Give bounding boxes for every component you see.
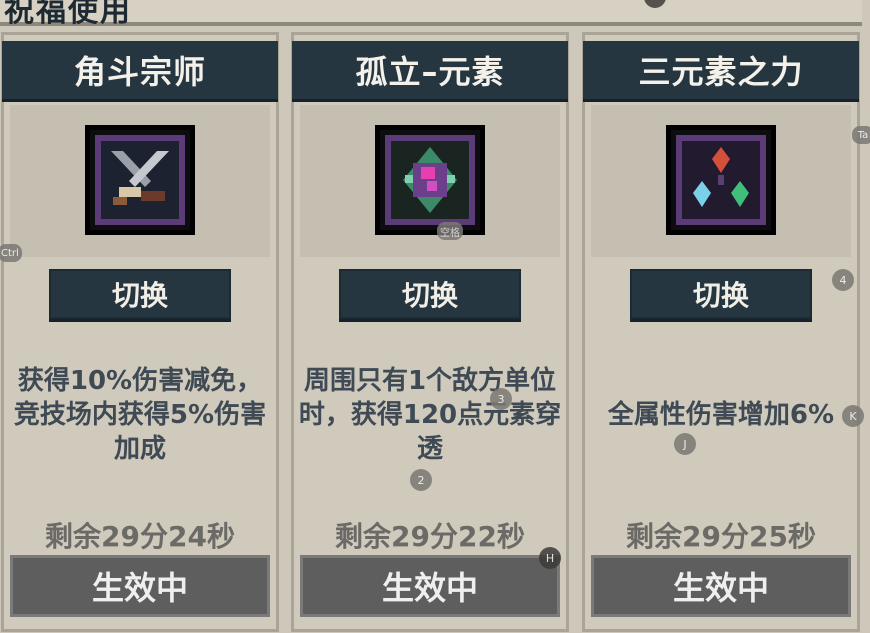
header-bar: 祝福使用 [0,0,862,29]
card-description: 获得10%伤害减免，竞技场内获得5%伤害加成 [13,366,267,464]
icon-panel [300,105,560,257]
key-hint-h: H [539,547,561,569]
switch-button[interactable]: 切换 [49,269,231,319]
status-active-button[interactable]: 生效中 [300,555,560,617]
page-title: 祝福使用 [4,0,132,29]
card-title: 孤立–元素 [292,41,568,99]
icon-panel [10,105,270,257]
tab-key-hint: Ta [852,126,870,144]
key-hint-3: 3 [490,388,512,410]
switch-button[interactable]: 切换 [630,269,812,319]
remaining-time: 剩余29分25秒 [626,520,816,553]
card-description: 全属性伤害增加6% [607,400,835,430]
key-hint-2: 2 [410,469,432,491]
header-hint-marker [644,0,666,8]
element-orb-icon [375,125,485,235]
remaining-time: 剩余29分24秒 [45,520,235,553]
three-crystals-icon [666,125,776,235]
status-active-button[interactable]: 生效中 [591,555,851,617]
icon-panel [591,105,851,257]
key-hint-4: 4 [832,269,854,291]
blessing-card-2: 孤立–元素 切换 周围只有1个敌方单位时，获得120点元素穿透 剩余29分22秒… [291,32,569,632]
space-key-hint: 空格 [437,222,463,240]
key-hint-k: K [842,405,864,427]
status-active-button[interactable]: 生效中 [10,555,270,617]
blessing-card-1: 角斗宗师 切换 获得10%伤害减免，竞技场内获得5%伤害加成 剩余29分24秒 … [1,32,279,632]
crossed-swords-icon [85,125,195,235]
switch-button[interactable]: 切换 [339,269,521,319]
ctrl-key-hint: Ctrl [0,244,22,262]
blessing-card-3: 三元素之力 切换 全属性伤害增加6% 剩余29分25秒 生效中 [582,32,860,632]
key-hint-j: J [674,433,696,455]
card-title: 角斗宗师 [2,41,278,99]
remaining-time: 剩余29分22秒 [335,520,525,553]
card-title: 三元素之力 [583,41,859,99]
card-description: 周围只有1个敌方单位时，获得120点元素穿透 [298,366,562,464]
